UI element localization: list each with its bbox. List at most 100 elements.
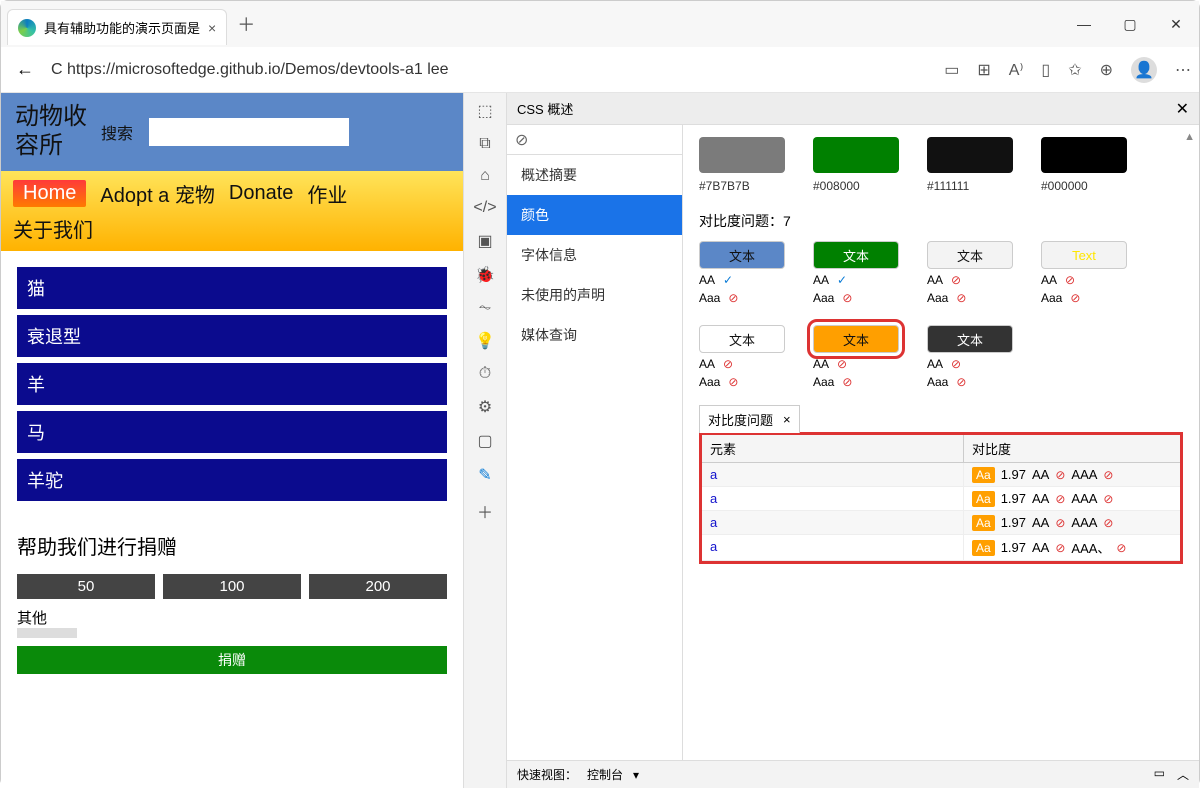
console-icon[interactable]: ▣: [477, 231, 492, 251]
url-text: https://microsoftedge.github.io/Demos/de…: [67, 61, 449, 78]
contrast-chip[interactable]: 文本AA⊘Aaa⊘: [927, 241, 1013, 305]
quickview-label: 快速视图：: [517, 766, 577, 783]
issues-col-element: 元素: [702, 435, 964, 462]
issues-icon[interactable]: 🐞: [475, 265, 495, 285]
read-aloud-icon[interactable]: A⁾: [1009, 60, 1024, 80]
url-display[interactable]: C https://microsoftedge.github.io/Demos/…: [51, 61, 934, 79]
donate-other-input[interactable]: [17, 628, 77, 638]
devtools-footer: 快速视图： 控制台 ▾ ▭ ︿: [507, 760, 1199, 788]
animal-list: 猫 衰退型 羊 马 羊驼: [1, 251, 463, 523]
edge-logo-icon: [18, 19, 36, 37]
close-tab-icon[interactable]: ×: [208, 20, 216, 36]
sidebar-item-fonts[interactable]: 字体信息: [507, 235, 682, 275]
contrast-issue-row[interactable]: aAa1.97AA⊘AAA⊘: [702, 511, 1180, 535]
contrast-issues-tab[interactable]: 对比度问题 ×: [699, 405, 800, 433]
performance-icon[interactable]: ⏱: [479, 365, 491, 383]
animal-item[interactable]: 衰退型: [17, 315, 447, 357]
lighthouse-icon[interactable]: 💡: [475, 331, 495, 351]
color-swatch-row: #7B7B7B #008000 #111111 #000000: [699, 137, 1183, 193]
rendered-page: 动物收 容所 搜索 Home Adopt a 宠物 Donate 作业 关于我们…: [1, 93, 463, 788]
dropdown-icon[interactable]: ▾: [633, 768, 639, 782]
collections-icon[interactable]: ⊕: [1100, 60, 1113, 80]
contrast-chip[interactable]: 文本AA✓Aaa⊘: [813, 241, 899, 305]
address-bar: ← C https://microsoftedge.github.io/Demo…: [1, 47, 1199, 93]
animal-item[interactable]: 羊驼: [17, 459, 447, 501]
animal-item[interactable]: 猫: [17, 267, 447, 309]
devtools-icon-strip: ⬚ ⧉ ⌂ </> ▣ 🐞 ⏦ 💡 ⏱ ⚙ ▢ ✎ ＋: [463, 93, 507, 788]
memory-icon[interactable]: ⚙: [478, 397, 492, 417]
inspect-icon[interactable]: ⬚: [477, 101, 492, 121]
profile-avatar[interactable]: 👤: [1131, 57, 1157, 83]
scroll-up-icon[interactable]: ▲: [1184, 131, 1195, 143]
contrast-issues-heading: 对比度问题：7: [699, 211, 1183, 231]
color-swatch[interactable]: #000000: [1041, 137, 1127, 193]
screen-icon[interactable]: ▭: [944, 60, 959, 80]
more-tools-icon[interactable]: ＋: [477, 499, 493, 523]
donate-amount-button[interactable]: 50: [17, 574, 155, 599]
clear-icon[interactable]: ⊘: [515, 130, 528, 150]
animal-item[interactable]: 马: [17, 411, 447, 453]
nav-home[interactable]: Home: [13, 180, 86, 207]
menu-icon[interactable]: ⋯: [1175, 60, 1191, 80]
close-issues-tab-icon[interactable]: ×: [783, 412, 791, 427]
url-prefix: C: [51, 61, 63, 78]
contrast-issues-table: 元素 对比度 aAa1.97AA⊘AAA⊘aAa1.97AA⊘AAA⊘aAa1.…: [699, 432, 1183, 564]
sources-icon[interactable]: </>: [473, 199, 496, 217]
contrast-chip[interactable]: 文本AA✓Aaa⊘: [699, 241, 785, 305]
sidebar-item-unused[interactable]: 未使用的声明: [507, 275, 682, 315]
contrast-issue-row[interactable]: aAa1.97AA⊘AAA⊘: [702, 487, 1180, 511]
new-tab-button[interactable]: ＋: [237, 11, 255, 37]
sidebar-item-media[interactable]: 媒体查询: [507, 315, 682, 355]
nav-adopt[interactable]: Adopt a 宠物: [100, 179, 215, 208]
css-overview-content: ▲ #7B7B7B #008000 #111111 #000000 对比度问题：…: [683, 125, 1199, 760]
donate-amount-button[interactable]: 100: [163, 574, 301, 599]
network-icon[interactable]: ⏦: [478, 299, 491, 317]
nav-donate[interactable]: Donate: [229, 182, 294, 205]
contrast-chip[interactable]: TextAA⊘Aaa⊘: [1041, 241, 1127, 305]
contrast-chip[interactable]: 文本AA⊘Aaa⊘: [699, 325, 785, 389]
reader-icon[interactable]: ▯: [1041, 60, 1050, 80]
device-icon[interactable]: ⧉: [479, 135, 490, 153]
nav-jobs[interactable]: 作业: [307, 179, 347, 208]
color-swatch[interactable]: #7B7B7B: [699, 137, 785, 193]
sidebar-item-colors[interactable]: 颜色: [507, 195, 682, 235]
donate-section: 帮助我们进行捐赠 50 100 200 其他 捐赠: [1, 531, 463, 674]
application-icon[interactable]: ▢: [477, 431, 492, 451]
page-header: 动物收 容所 搜索: [1, 93, 463, 171]
browser-tab[interactable]: 具有辅助功能的演示页面是 ×: [7, 9, 227, 45]
devtools-panel: CSS 概述 ✕ ⊘ 概述摘要 颜色 字体信息 未使用的声明 媒体查询 ▲ #7…: [507, 93, 1199, 788]
nav-about[interactable]: 关于我们: [13, 214, 451, 243]
elements-icon[interactable]: ⌂: [480, 167, 490, 185]
maximize-button[interactable]: ▢: [1107, 1, 1153, 47]
color-swatch[interactable]: #111111: [927, 137, 1013, 193]
back-button[interactable]: ←: [9, 54, 41, 86]
contrast-chip-grid: 文本AA✓Aaa⊘ 文本AA✓Aaa⊘ 文本AA⊘Aaa⊘ TextAA⊘Aaa⊘ 文本…: [699, 241, 1183, 389]
console-drawer-label[interactable]: 控制台: [587, 766, 623, 783]
css-overview-icon[interactable]: ✎: [478, 465, 491, 485]
close-panel-icon[interactable]: ✕: [1176, 99, 1189, 119]
sidebar-item-summary[interactable]: 概述摘要: [507, 155, 682, 195]
close-window-button[interactable]: ✕: [1153, 1, 1199, 47]
animal-item[interactable]: 羊: [17, 363, 447, 405]
donate-amount-button[interactable]: 200: [309, 574, 447, 599]
panel-title: CSS 概述: [517, 99, 573, 118]
favorite-icon[interactable]: ✩: [1068, 60, 1081, 80]
donate-submit-button[interactable]: 捐赠: [17, 646, 447, 674]
contrast-chip[interactable]: 文本AA⊘Aaa⊘: [927, 325, 1013, 389]
contrast-chip[interactable]: 文本AA⊘Aaa⊘: [813, 325, 899, 389]
issues-col-contrast: 对比度: [964, 435, 1180, 462]
expand-drawer-icon[interactable]: ︿: [1177, 766, 1189, 783]
apps-icon[interactable]: ⊞: [977, 60, 990, 80]
contrast-issue-row[interactable]: aAa1.97AA⊘AAA、⊘: [702, 535, 1180, 561]
window-controls: — ▢ ✕: [1061, 1, 1199, 47]
issues-tab-label: 对比度问题: [708, 410, 773, 429]
site-title-line2: 容所: [15, 132, 87, 161]
search-label: 搜索: [101, 120, 133, 144]
devtools-panel-header: CSS 概述 ✕: [507, 93, 1199, 125]
issues-drawer-icon[interactable]: ▭: [1154, 766, 1165, 783]
donate-other-label: 其他: [17, 607, 447, 628]
minimize-button[interactable]: —: [1061, 1, 1107, 47]
contrast-issue-row[interactable]: aAa1.97AA⊘AAA⊘: [702, 463, 1180, 487]
search-input[interactable]: [149, 118, 349, 146]
color-swatch[interactable]: #008000: [813, 137, 899, 193]
